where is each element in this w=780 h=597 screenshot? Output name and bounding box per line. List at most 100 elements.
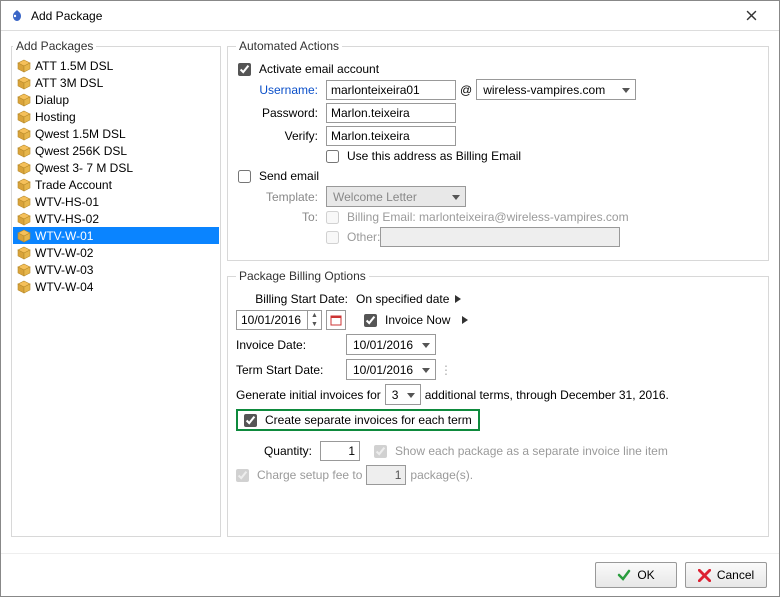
package-item-label: Hosting bbox=[35, 110, 76, 124]
separate-invoices-label: Create separate invoices for each term bbox=[265, 413, 472, 427]
to-billing-checkbox: Billing Email: marlonteixeira@wireless-v… bbox=[326, 210, 629, 224]
to-billing-label: Billing Email: marlonteixeira@wireless-v… bbox=[347, 210, 629, 224]
package-item[interactable]: Qwest 256K DSL bbox=[13, 142, 219, 159]
to-other-label: Other: bbox=[347, 230, 380, 244]
billing-start-mode[interactable]: On specified date bbox=[356, 292, 449, 306]
add-packages-legend: Add Packages bbox=[13, 39, 96, 53]
package-item[interactable]: ATT 3M DSL bbox=[13, 74, 219, 91]
charge-setup-checkbox: Charge setup fee to bbox=[236, 468, 362, 482]
billing-start-date-spinner[interactable]: ▲▼ bbox=[236, 310, 322, 330]
chevron-right-icon[interactable] bbox=[462, 316, 468, 324]
package-list[interactable]: ATT 1.5M DSL ATT 3M DSL Dialup Hosting Qwest… bbox=[13, 57, 219, 295]
package-item[interactable]: WTV-W-03 bbox=[13, 261, 219, 278]
verify-label: Verify: bbox=[236, 129, 326, 143]
generate-suffix: additional terms, through December 31, 2… bbox=[425, 388, 669, 402]
invoice-now-label: Invoice Now bbox=[385, 313, 450, 327]
quantity-label: Quantity: bbox=[236, 444, 320, 458]
add-packages-group: Add Packages ATT 1.5M DSL ATT 3M DSL Dialu… bbox=[11, 39, 221, 537]
package-item-label: ATT 1.5M DSL bbox=[35, 59, 113, 73]
billing-start-label: Billing Start Date: bbox=[236, 292, 356, 306]
username-input[interactable] bbox=[326, 80, 456, 100]
package-item[interactable]: ATT 1.5M DSL bbox=[13, 57, 219, 74]
package-item[interactable]: Dialup bbox=[13, 91, 219, 108]
package-icon bbox=[17, 263, 31, 277]
package-icon bbox=[17, 195, 31, 209]
package-item-label: Qwest 256K DSL bbox=[35, 144, 127, 158]
spin-down-icon[interactable]: ▼ bbox=[308, 320, 321, 329]
ok-button[interactable]: OK bbox=[595, 562, 677, 588]
package-item[interactable]: Hosting bbox=[13, 108, 219, 125]
billing-email-checkbox[interactable]: Use this address as Billing Email bbox=[326, 149, 521, 163]
package-icon bbox=[17, 127, 31, 141]
generate-prefix: Generate initial invoices for bbox=[236, 388, 381, 402]
quantity-input[interactable] bbox=[320, 441, 360, 461]
password-label: Password: bbox=[236, 106, 326, 120]
package-item-label: WTV-HS-02 bbox=[35, 212, 99, 226]
package-item[interactable]: WTV-W-02 bbox=[13, 244, 219, 261]
charge-prefix: Charge setup fee to bbox=[257, 468, 362, 482]
show-each-label: Show each package as a separate invoice … bbox=[395, 444, 668, 458]
username-label: Username: bbox=[236, 83, 326, 97]
send-email-checkbox[interactable]: Send email bbox=[238, 169, 319, 183]
package-item-label: Dialup bbox=[35, 93, 69, 107]
package-item[interactable]: WTV-HS-01 bbox=[13, 193, 219, 210]
package-icon bbox=[17, 212, 31, 226]
invoice-date-label: Invoice Date: bbox=[236, 338, 346, 352]
activate-email-label: Activate email account bbox=[259, 62, 379, 76]
package-icon bbox=[17, 246, 31, 260]
package-icon bbox=[17, 161, 31, 175]
at-sign: @ bbox=[456, 83, 476, 97]
app-icon bbox=[9, 8, 25, 24]
package-icon bbox=[17, 229, 31, 243]
package-item-label: WTV-W-03 bbox=[35, 263, 93, 277]
package-item-label: Trade Account bbox=[35, 178, 112, 192]
package-item[interactable]: WTV-W-01 bbox=[13, 227, 219, 244]
billing-options-group: Package Billing Options Billing Start Da… bbox=[227, 269, 769, 537]
to-label: To: bbox=[236, 210, 326, 224]
package-item[interactable]: Qwest 1.5M DSL bbox=[13, 125, 219, 142]
chevron-right-icon[interactable] bbox=[455, 295, 461, 303]
window-title: Add Package bbox=[31, 9, 731, 23]
package-item-label: WTV-W-01 bbox=[35, 229, 93, 243]
send-email-label: Send email bbox=[259, 169, 319, 183]
package-item-label: ATT 3M DSL bbox=[35, 76, 103, 90]
package-item-label: Qwest 3- 7 M DSL bbox=[35, 161, 133, 175]
cancel-button[interactable]: Cancel bbox=[685, 562, 767, 588]
term-start-select[interactable]: 10/01/2016 bbox=[346, 359, 436, 380]
term-start-label: Term Start Date: bbox=[236, 363, 346, 377]
package-icon bbox=[17, 93, 31, 107]
template-select: Welcome Letter bbox=[326, 186, 466, 207]
close-button[interactable] bbox=[731, 2, 771, 30]
package-icon bbox=[17, 59, 31, 73]
automated-actions-legend: Automated Actions bbox=[236, 39, 342, 53]
billing-start-date-input[interactable] bbox=[237, 311, 307, 329]
package-item-label: Qwest 1.5M DSL bbox=[35, 127, 126, 141]
calendar-button[interactable] bbox=[326, 310, 346, 330]
automated-actions-group: Automated Actions Activate email account… bbox=[227, 39, 769, 261]
package-item[interactable]: Qwest 3- 7 M DSL bbox=[13, 159, 219, 176]
activate-email-checkbox[interactable]: Activate email account bbox=[238, 62, 379, 76]
package-item[interactable]: Trade Account bbox=[13, 176, 219, 193]
package-icon bbox=[17, 178, 31, 192]
package-icon bbox=[17, 76, 31, 90]
generate-terms-select[interactable]: 3 bbox=[385, 384, 421, 405]
package-item[interactable]: WTV-HS-02 bbox=[13, 210, 219, 227]
dialog-buttons: OK Cancel bbox=[1, 553, 779, 596]
package-item-label: WTV-HS-01 bbox=[35, 195, 99, 209]
password-input[interactable] bbox=[326, 103, 456, 123]
separate-invoices-checkbox[interactable]: Create separate invoices for each term bbox=[244, 413, 472, 427]
to-other-input bbox=[380, 227, 620, 247]
invoice-now-checkbox[interactable]: Invoice Now bbox=[364, 313, 450, 327]
invoice-date-select[interactable]: 10/01/2016 bbox=[346, 334, 436, 355]
package-item[interactable]: WTV-W-04 bbox=[13, 278, 219, 295]
charge-suffix: package(s). bbox=[410, 468, 473, 482]
package-icon bbox=[17, 280, 31, 294]
domain-select[interactable]: wireless-vampires.com bbox=[476, 79, 636, 100]
spin-up-icon[interactable]: ▲ bbox=[308, 311, 321, 320]
verify-input[interactable] bbox=[326, 126, 456, 146]
more-icon[interactable]: ⋮ bbox=[440, 363, 453, 377]
template-label: Template: bbox=[236, 190, 326, 204]
show-each-checkbox: Show each package as a separate invoice … bbox=[374, 444, 668, 458]
charge-qty-input bbox=[366, 465, 406, 485]
to-other-checkbox: Other: bbox=[326, 230, 380, 244]
